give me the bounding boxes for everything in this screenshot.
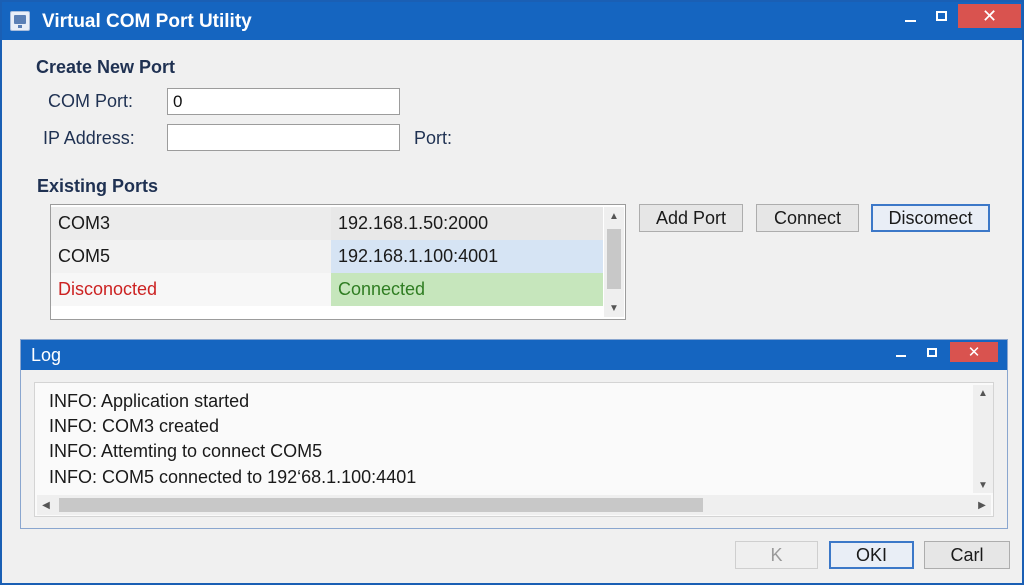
minimize-icon <box>904 20 916 22</box>
app-icon <box>10 11 30 31</box>
close-icon: ✕ <box>981 5 998 26</box>
close-button[interactable]: ✕ <box>958 4 1021 28</box>
scroll-down-icon[interactable]: ▼ <box>973 477 993 493</box>
port-address: 192.168.1.50:2000 <box>331 207 603 240</box>
log-line: INFO: Attemting to connect COM5 <box>49 441 323 461</box>
close-icon: ✕ <box>967 344 981 361</box>
minimize-icon <box>896 355 906 357</box>
scroll-right-icon[interactable]: ▶ <box>973 495 991 515</box>
ports-scrollbar[interactable]: ▲ ▼ <box>604 207 624 317</box>
port-row[interactable]: Disconocted Connected <box>51 273 603 306</box>
port-name: COM3 <box>51 207 331 240</box>
com-port-input[interactable] <box>167 88 400 115</box>
main-window: Virtual COM Port Utility ✕ Create New Po… <box>0 0 1024 585</box>
window-title: Virtual COM Port Utility <box>42 11 252 32</box>
create-port-heading: Create New Port <box>36 57 176 77</box>
maximize-button[interactable] <box>926 4 956 28</box>
port-row[interactable]: COM3 192.168.1.50:2000 <box>51 207 603 240</box>
log-output[interactable]: INFO: Application started INFO: COM3 cre… <box>34 382 994 517</box>
minimize-button[interactable] <box>895 4 925 28</box>
existing-ports-list[interactable]: COM3 192.168.1.50:2000 COM5 192.168.1.10… <box>50 204 626 320</box>
ok-button[interactable]: OKI <box>829 541 914 569</box>
log-minimize-button[interactable] <box>887 342 915 362</box>
scroll-up-icon[interactable]: ▲ <box>973 385 993 401</box>
port-address: 192.168.1.100:4001 <box>331 240 603 273</box>
log-vertical-scrollbar[interactable]: ▲ ▼ <box>973 385 993 493</box>
ip-address-label: IP Address: <box>43 128 135 148</box>
log-maximize-button[interactable] <box>918 342 946 362</box>
disconnect-button[interactable]: Discomect <box>871 204 990 232</box>
log-line: INFO: COM5 connected to 192‘68.1.100:440… <box>49 467 417 487</box>
log-title-bar[interactable]: Log ✕ <box>21 340 1007 370</box>
scroll-down-icon[interactable]: ▼ <box>604 299 624 317</box>
scroll-left-icon[interactable]: ◀ <box>37 495 55 515</box>
maximize-icon <box>927 347 937 357</box>
cancel-button[interactable]: Carl <box>924 541 1010 569</box>
log-line: INFO: COM3 created <box>49 416 220 436</box>
scroll-thumb[interactable] <box>59 498 703 512</box>
port-row[interactable]: COM5 192.168.1.100:4001 <box>51 240 603 273</box>
port-status-disconnected: Disconocted <box>51 273 331 306</box>
ip-address-input[interactable] <box>167 124 400 151</box>
connect-button[interactable]: Connect <box>756 204 859 232</box>
log-window: Log ✕ INFO: Application started INFO: CO… <box>20 339 1008 529</box>
add-port-button[interactable]: Add Port <box>639 204 743 232</box>
maximize-icon <box>935 11 947 21</box>
log-horizontal-scrollbar[interactable]: ◀ ▶ <box>37 495 991 515</box>
existing-ports-heading: Existing Ports <box>37 176 159 196</box>
log-close-button[interactable]: ✕ <box>950 342 998 362</box>
scroll-thumb[interactable] <box>607 229 621 289</box>
port-status-connected: Connected <box>331 273 603 306</box>
title-bar[interactable]: Virtual COM Port Utility ✕ <box>2 2 1022 40</box>
log-line: INFO: Application started <box>49 391 250 411</box>
back-button[interactable]: K <box>735 541 818 569</box>
com-port-label: COM Port: <box>48 91 134 111</box>
port-name: COM5 <box>51 240 331 273</box>
scroll-up-icon[interactable]: ▲ <box>604 207 624 225</box>
log-title: Log <box>31 345 62 365</box>
port-label: Port: <box>414 128 453 148</box>
